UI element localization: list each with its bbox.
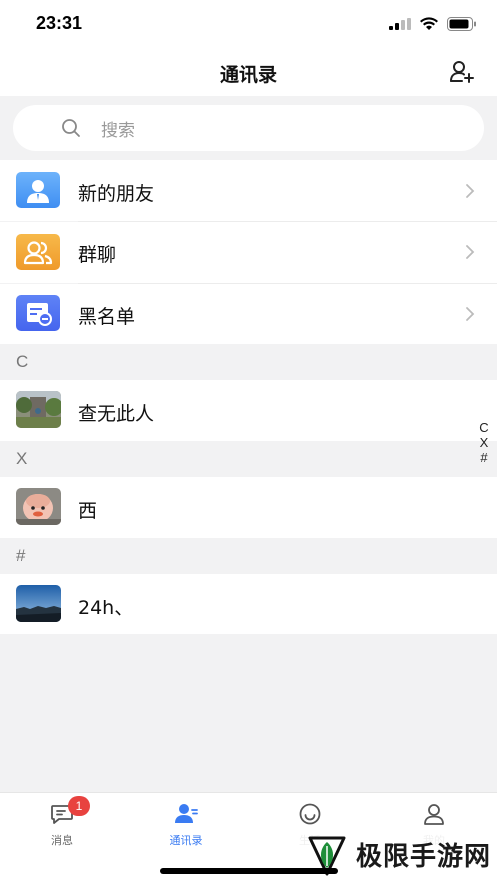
index-letter[interactable]: X [480,435,489,450]
blacklist-icon [16,295,60,331]
menu-item-label: 新的朋友 [78,183,155,205]
person-icon [424,804,444,825]
home-indicator [160,868,338,874]
contacts-icon [175,804,198,823]
search-icon [62,119,80,137]
chevron-right-icon [466,245,475,259]
contact-row[interactable]: 查无此人 [0,380,497,441]
index-letter[interactable]: C [479,420,488,435]
search-input[interactable]: 搜索 [13,105,484,151]
smiley-icon [299,803,321,825]
menu-item-label: 群聊 [78,244,117,266]
menu-item-blacklist[interactable]: 黑名单 [0,284,497,344]
nav-bar: 通讯录 [0,50,497,96]
contact-row[interactable]: 西 [0,477,497,538]
search-area: 搜索 [0,96,497,160]
tab-messages[interactable]: 1 消息 [0,793,124,853]
status-icons [389,16,477,32]
menu-item-group-chat[interactable]: 群聊 [0,222,497,283]
alphabet-index-bar[interactable]: C X # [477,420,491,465]
tab-label: 消息 [51,834,73,847]
group-chat-icon [16,234,60,270]
contact-row[interactable]: 24h、 [0,574,497,634]
tab-label: 通讯录 [169,834,203,847]
wifi-icon [420,17,438,30]
watermark: 极限手游网 [296,826,497,883]
section-header-x: X [0,441,497,477]
status-time: 23:31 [36,13,83,33]
section-header-hash: # [0,538,497,574]
pink-toy-avatar [16,488,61,525]
cellular-signal-icon [389,18,411,30]
section-letter: C [16,352,29,371]
sky-photo-avatar [16,585,61,622]
menu-item-label: 黑名单 [78,306,136,328]
contact-name: 西 [78,500,98,522]
chevron-right-icon [466,184,475,198]
watermark-text: 极限手游网 [356,842,492,872]
search-placeholder: 搜索 [101,121,135,141]
section-header-c: C [0,344,497,380]
page-title: 通讯录 [219,64,277,86]
section-letter: X [16,449,28,468]
chevron-right-icon [466,307,475,321]
tab-contacts[interactable]: 通讯录 [124,793,248,853]
contact-name: 24h、 [78,597,134,619]
contact-name: 查无此人 [78,403,155,425]
battery-icon [447,17,476,31]
menu-item-new-friends[interactable]: 新的朋友 [0,160,497,221]
index-letter[interactable]: # [480,450,487,465]
new-friend-icon [16,172,60,208]
section-letter: # [16,546,26,565]
add-contact-icon[interactable] [449,60,475,84]
status-bar: 23:31 [0,0,497,50]
unread-badge: 1 [68,796,90,816]
garden-photo-avatar [16,391,61,428]
